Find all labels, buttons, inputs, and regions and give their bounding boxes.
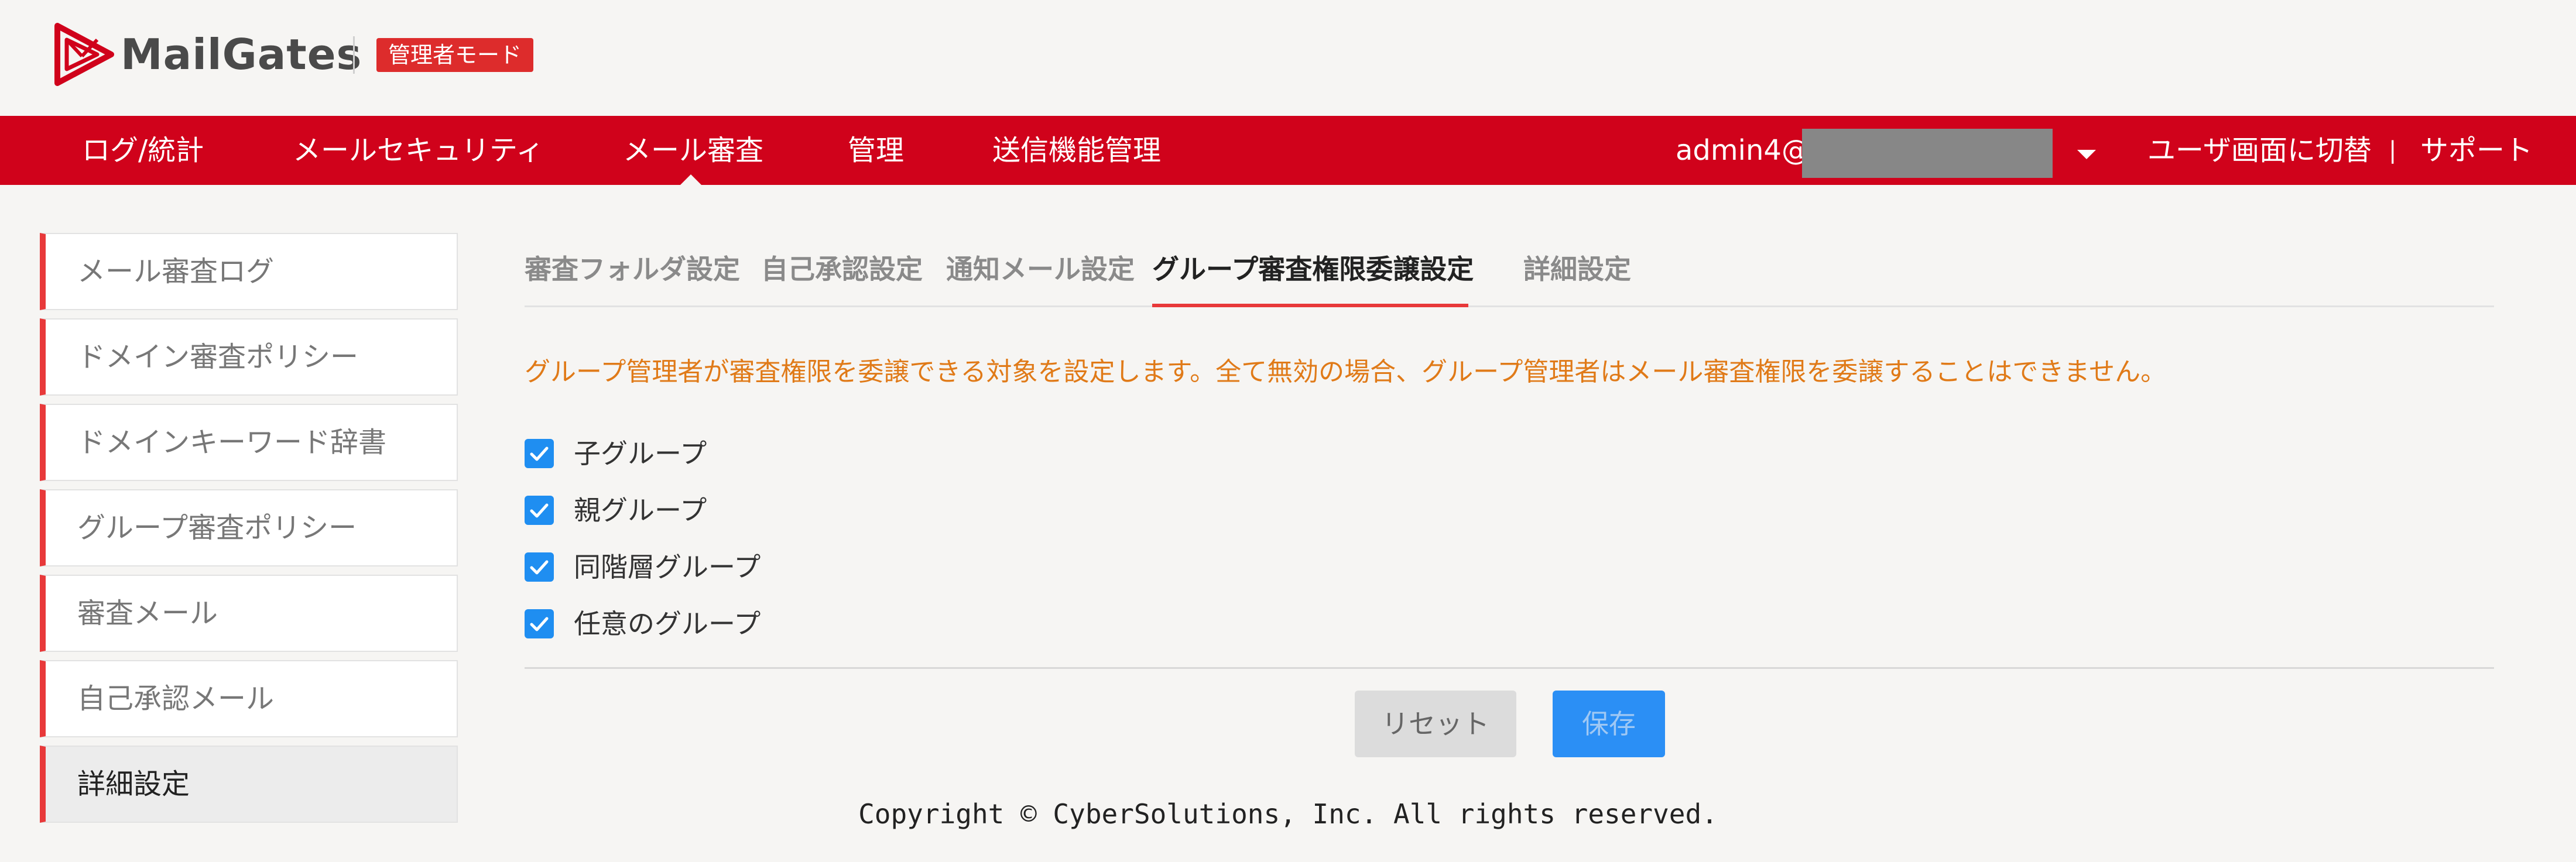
nav-management[interactable]: 管理 xyxy=(848,116,904,185)
switch-to-user-view-link[interactable]: ユーザ画面に切替 xyxy=(2147,116,2372,185)
app-header: MailGates 管理者モード xyxy=(0,0,2576,116)
checkbox-checked-icon[interactable] xyxy=(525,552,554,582)
tab-self-approval-settings[interactable]: 自己承認設定 xyxy=(761,233,923,305)
settings-tabs: 審査フォルダ設定 自己承認設定 通知メール設定 グループ審査権限委譲設定 詳細設… xyxy=(525,233,2494,307)
tab-advanced-settings[interactable]: 詳細設定 xyxy=(1523,233,1631,305)
nav-send-function-management[interactable]: 送信機能管理 xyxy=(992,116,1161,185)
logo-divider xyxy=(353,36,355,74)
checkbox-checked-icon[interactable] xyxy=(525,496,554,525)
option-label: 親グループ xyxy=(574,494,707,526)
active-tab-underline xyxy=(1152,304,1468,307)
support-link[interactable]: サポート xyxy=(2420,116,2533,185)
mailgates-logo-icon xyxy=(54,23,114,86)
tab-group-review-delegation-settings[interactable]: グループ審査権限委譲設定 xyxy=(1152,233,1474,305)
sidebar-item-review-mail[interactable]: 審査メール xyxy=(40,575,458,652)
nav-active-indicator xyxy=(680,174,701,185)
reset-button[interactable]: リセット xyxy=(1355,691,1516,757)
nav-separator: | xyxy=(2389,137,2397,164)
user-menu-chevron-down-icon[interactable] xyxy=(2077,150,2096,159)
sidebar-item-review-log[interactable]: メール審査ログ xyxy=(40,233,458,310)
save-button[interactable]: 保存 xyxy=(1553,691,1665,757)
option-label: 同階層グループ xyxy=(574,551,761,583)
sidebar-item-domain-review-policy[interactable]: ドメイン審査ポリシー xyxy=(40,318,458,396)
form-divider xyxy=(525,667,2494,669)
admin-mode-badge: 管理者モード xyxy=(376,38,534,72)
delegation-description: グループ管理者が審査権限を委譲できる対象を設定します。全て無効の場合、グループ管… xyxy=(525,357,2167,387)
sidebar-item-self-approval-mail[interactable]: 自己承認メール xyxy=(40,660,458,737)
tab-notification-mail-settings[interactable]: 通知メール設定 xyxy=(946,233,1135,305)
checkbox-checked-icon[interactable] xyxy=(525,609,554,638)
checkbox-checked-icon[interactable] xyxy=(525,439,554,468)
nav-mail-security[interactable]: メールセキュリティ xyxy=(293,116,544,185)
top-navigation: ログ/統計 メールセキュリティ メール審査 管理 送信機能管理 admin4@ … xyxy=(0,116,2576,185)
option-label: 任意のグループ xyxy=(574,608,761,640)
footer-copyright: Copyright © CyberSolutions, Inc. All rig… xyxy=(858,798,1718,830)
tab-review-folder-settings[interactable]: 審査フォルダ設定 xyxy=(525,233,740,305)
user-account-label[interactable]: admin4@ xyxy=(1676,116,1810,185)
nav-log-stats[interactable]: ログ/統計 xyxy=(82,116,204,185)
redacted-user-domain xyxy=(1802,129,2053,178)
logo-text: MailGates xyxy=(121,30,362,79)
option-label: 子グループ xyxy=(574,438,707,469)
sidebar-item-group-review-policy[interactable]: グループ審査ポリシー xyxy=(40,489,458,566)
sidebar-item-domain-keyword-dictionary[interactable]: ドメインキーワード辞書 xyxy=(40,404,458,481)
